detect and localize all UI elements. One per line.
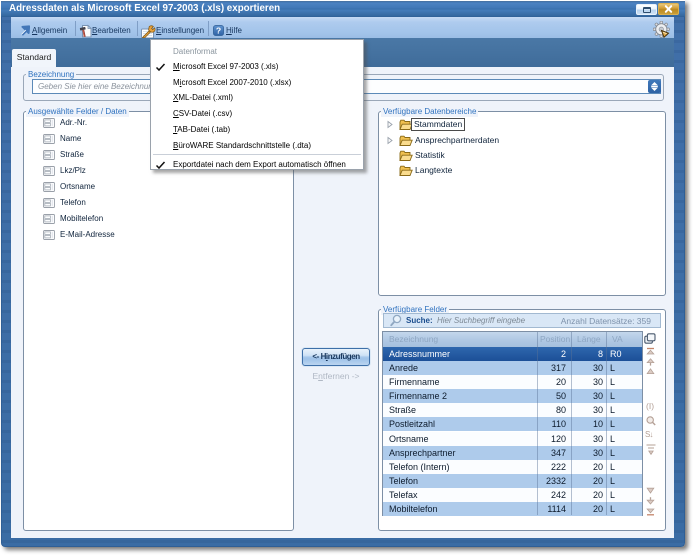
svg-text:?: ? (216, 26, 221, 36)
